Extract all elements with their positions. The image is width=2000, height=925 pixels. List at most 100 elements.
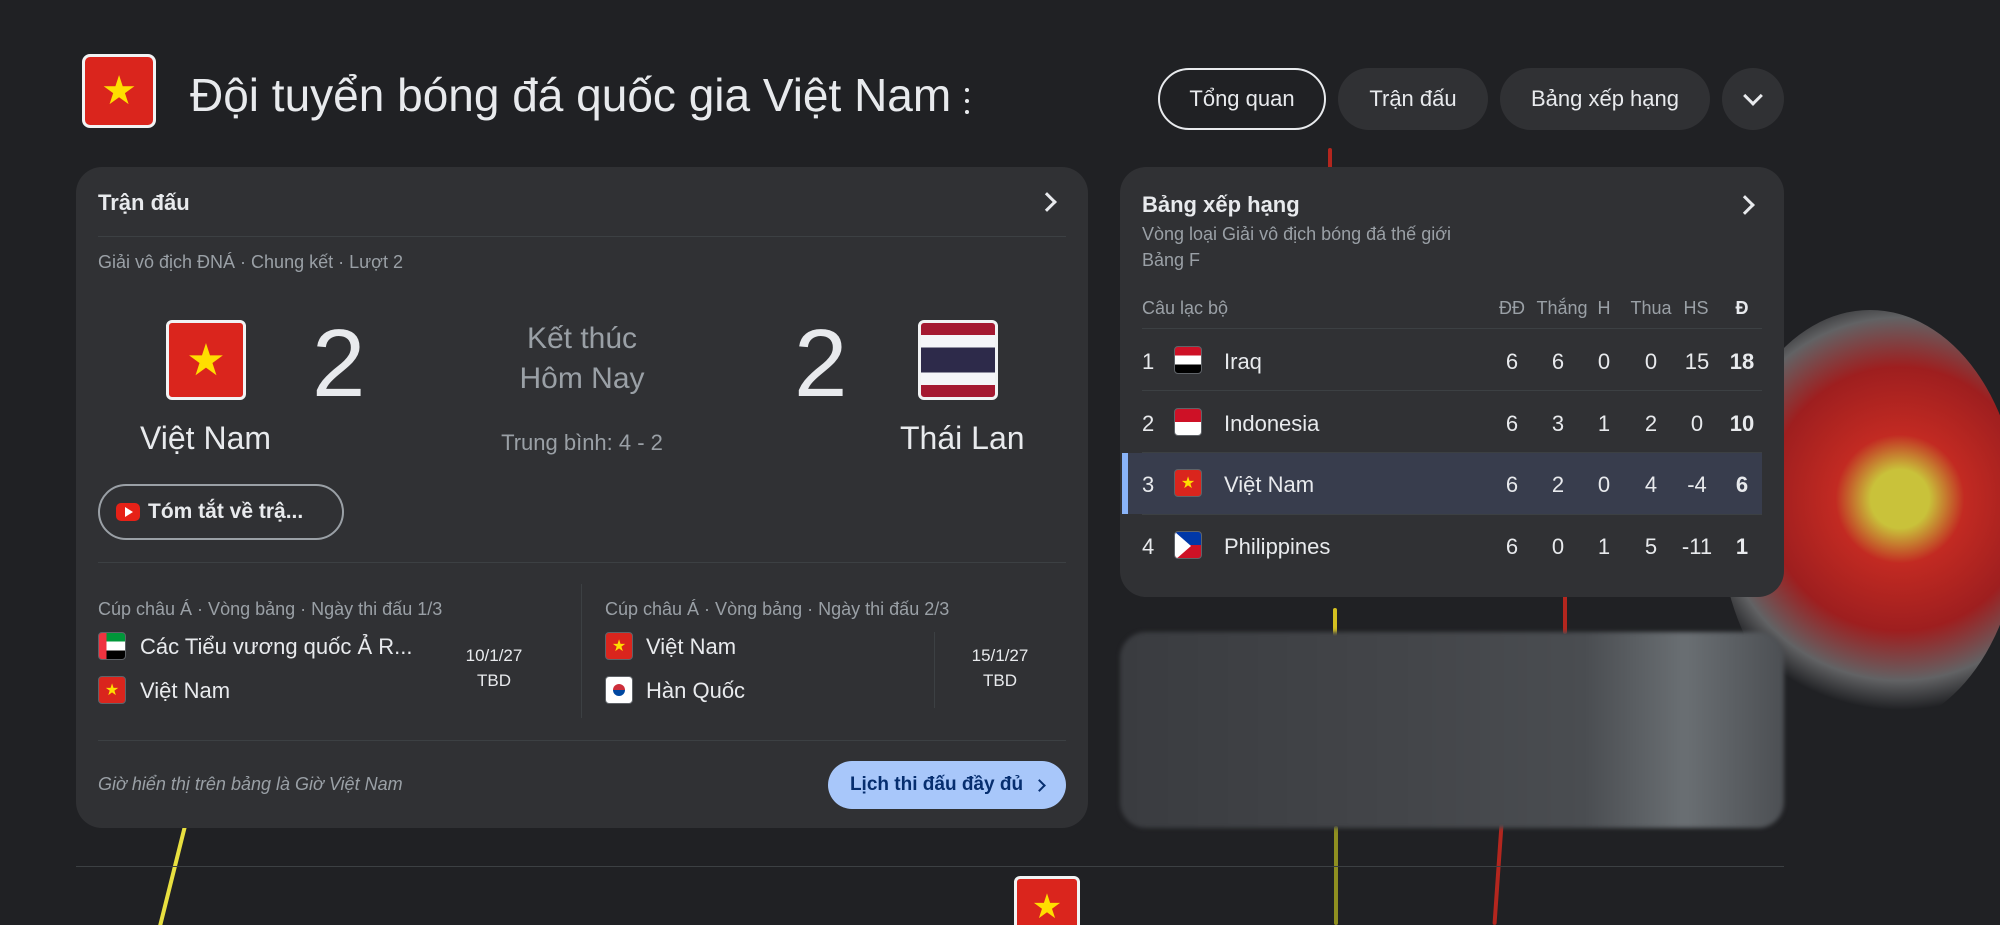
points: 10 [1729, 411, 1755, 436]
south-korea-flag [605, 676, 633, 704]
played: 6 [1505, 534, 1519, 559]
team-name: Indonesia [1224, 411, 1320, 436]
star-icon: ★ [1031, 888, 1063, 925]
table-row[interactable]: 4 Philippines 6 0 1 5 -11 1 [1122, 515, 1762, 576]
blurred-media-card[interactable] [1120, 632, 1784, 828]
table-row[interactable]: 1 Iraq 6 6 0 0 15 18 [1122, 330, 1762, 391]
divider [1142, 328, 1762, 329]
indonesia-flag [1174, 408, 1202, 436]
more-tabs-button[interactable] [1722, 68, 1784, 130]
header-won: Thắng [1536, 298, 1588, 318]
standings-subtitle: Vòng loại Giải vô địch bóng đá thế giới [1142, 224, 1452, 244]
table-row[interactable]: 2 Indonesia 6 3 1 2 0 10 [1122, 392, 1762, 453]
uae-flag [98, 632, 126, 660]
vietnam-flag: ★ [98, 676, 126, 704]
aggregate-score: Trung bình: 4 - 2 [501, 430, 663, 455]
star-icon: ★ [101, 69, 137, 113]
match-status: Kết thúc [526, 322, 638, 355]
played: 6 [1505, 411, 1519, 436]
header-gd: HS [1683, 298, 1709, 318]
points: 1 [1735, 534, 1749, 559]
fixture-1-team-2[interactable]: Việt Nam [140, 678, 230, 704]
standings-title[interactable]: Bảng xếp hạng [1142, 192, 1300, 218]
draw: 1 [1597, 534, 1611, 559]
vietnam-flag: ★ [605, 632, 633, 660]
points: 18 [1729, 349, 1755, 374]
away-team-name[interactable]: Thái Lan [900, 420, 1025, 457]
fixture-2-meta: Cúp châu Á · Vòng bảng · Ngày thi đấu 2/… [605, 599, 950, 619]
header-points: Đ [1735, 298, 1749, 318]
match-summary-button[interactable]: Tóm tắt về trậ... [98, 484, 344, 540]
lost: 4 [1644, 472, 1658, 497]
fixture-2-team-2[interactable]: Hàn Quốc [646, 678, 745, 704]
tab-overview[interactable]: Tổng quan [1158, 68, 1326, 130]
fixture-2-date-text: 15/1/27 [971, 646, 1029, 665]
page-title: Đội tuyển bóng đá quốc gia Việt Nam [190, 69, 952, 121]
star-icon: ★ [1180, 475, 1196, 492]
rank: 1 [1142, 349, 1155, 374]
star-icon: ★ [186, 335, 226, 385]
tab-matches[interactable]: Trận đấu [1338, 68, 1488, 130]
fixture-2-time-text: TBD [983, 670, 1017, 690]
competition-label: Giải vô địch ĐNÁ · Chung kết · Lượt 2 [98, 252, 403, 272]
fixture-2-team-1[interactable]: Việt Nam [646, 634, 736, 660]
team-name: Việt Nam [1224, 472, 1315, 497]
goal-diff: -11 [1681, 534, 1713, 559]
table-row-highlighted[interactable]: 3 ★ Việt Nam 6 2 0 4 -4 6 [1122, 453, 1762, 514]
divider [98, 740, 1066, 741]
iraq-flag [1174, 346, 1202, 374]
header-lost: Thua [1630, 298, 1672, 318]
chevron-down-icon [1743, 86, 1763, 106]
away-score: 2 [794, 310, 848, 417]
divider [98, 236, 1066, 237]
match-card-title[interactable]: Trận đấu [98, 190, 190, 216]
fixture-separator [581, 584, 582, 718]
goal-diff: -4 [1687, 472, 1707, 497]
won: 6 [1551, 349, 1565, 374]
fixture-1-date: 10/1/27 TBD [454, 644, 534, 693]
full-schedule-button[interactable]: Lịch thi đấu đầy đủ [828, 761, 1066, 809]
chevron-right-icon [1033, 778, 1046, 792]
won: 2 [1551, 472, 1565, 497]
home-score: 2 [312, 310, 366, 417]
team-logo[interactable]: ★ [82, 54, 156, 128]
full-schedule-label: Lịch thi đấu đầy đủ [849, 774, 1024, 795]
won: 3 [1551, 411, 1565, 436]
lost: 0 [1644, 349, 1658, 374]
header-played: ĐĐ [1499, 298, 1525, 318]
rank: 2 [1142, 411, 1155, 436]
lost: 2 [1644, 411, 1658, 436]
home-team-name[interactable]: Việt Nam [140, 420, 271, 457]
team-name: Iraq [1224, 349, 1262, 374]
header-draw: H [1597, 298, 1611, 318]
draw: 1 [1597, 411, 1611, 436]
summary-button-label: Tóm tắt về trậ... [148, 500, 304, 523]
standings-group: Bảng F [1142, 250, 1201, 270]
lost: 5 [1644, 534, 1658, 559]
rank: 3 [1142, 472, 1155, 497]
fixture-1-team-1[interactable]: Các Tiểu vương quốc Ả R... [140, 634, 413, 660]
team-name: Philippines [1224, 534, 1331, 559]
vietnam-flag: ★ [1174, 469, 1202, 497]
team-logo-bottom[interactable]: ★ [1014, 876, 1080, 925]
match-day: Hôm Nay [519, 362, 645, 395]
played: 6 [1505, 472, 1519, 497]
draw: 0 [1597, 472, 1611, 497]
vietnam-flag[interactable]: ★ [166, 320, 246, 400]
divider [98, 562, 1066, 563]
played: 6 [1505, 349, 1519, 374]
won: 0 [1551, 534, 1565, 559]
more-options-icon[interactable] [960, 88, 974, 114]
divider [1142, 390, 1762, 391]
tab-standings[interactable]: Bảng xếp hạng [1500, 68, 1710, 130]
star-icon: ★ [104, 682, 120, 699]
fixture-date-separator [934, 632, 935, 708]
draw: 0 [1597, 349, 1611, 374]
youtube-icon [116, 503, 140, 521]
goal-diff: 0 [1690, 411, 1704, 436]
points: 6 [1735, 472, 1749, 497]
philippines-flag [1174, 531, 1202, 559]
thailand-flag[interactable] [918, 320, 998, 400]
goal-diff: 15 [1684, 349, 1710, 374]
star-icon: ★ [611, 638, 627, 655]
